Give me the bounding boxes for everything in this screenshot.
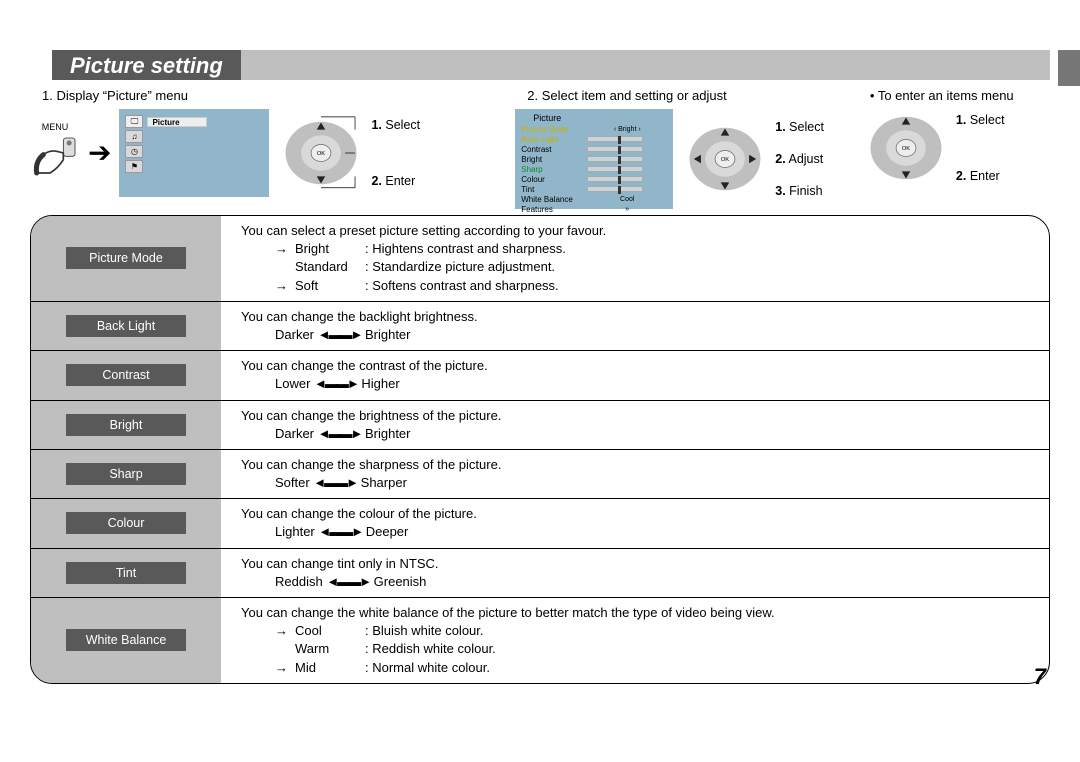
edge-tab xyxy=(1058,50,1080,86)
preview-setting-row: Back Light xyxy=(521,134,667,144)
setting-description: You can change the white balance of the … xyxy=(221,598,1049,683)
picture-menu-title: Picture xyxy=(147,117,207,127)
tv2-title: Picture xyxy=(521,113,667,123)
picture-menu-preview: 🖵 Picture ♫ ◷ ⚑ xyxy=(119,109,269,197)
step3-note: • To enter an items menu xyxy=(870,88,1050,103)
dpad-1: OK 1. Select 2. Enter xyxy=(277,114,420,192)
setting-scale: Softer ◄▬▬► Sharper xyxy=(275,474,1029,492)
step2-label: 2. Select item and setting or adjust xyxy=(527,88,852,103)
step1-label: 1. Display “Picture” menu xyxy=(42,88,505,103)
menu-label: MENU xyxy=(30,122,80,132)
setting-name-chip: Tint xyxy=(66,562,186,584)
press-hand-icon xyxy=(30,134,80,182)
table-row: Picture Mode You can select a preset pict… xyxy=(31,216,1049,301)
picture-settings-preview: Picture Picture Mode‹ Bright ›Back Light… xyxy=(515,109,673,209)
setting-description: You can change the backlight brightness.… xyxy=(221,302,1049,350)
timer-tab-icon: ◷ xyxy=(125,145,143,158)
setting-description: You can change the colour of the picture… xyxy=(221,499,1049,547)
setting-name-chip: Colour xyxy=(66,512,186,534)
setting-option: →Bright: Hightens contrast and sharpness… xyxy=(275,240,1029,258)
table-row: Back Light You can change the backlight b… xyxy=(31,301,1049,350)
svg-text:OK: OK xyxy=(721,157,729,163)
setting-scale: Darker ◄▬▬► Brighter xyxy=(275,425,1029,443)
setting-description: You can change tint only in NTSC.Reddish… xyxy=(221,549,1049,597)
table-row: Tint You can change tint only in NTSC.Red… xyxy=(31,548,1049,597)
preview-setting-row: Picture Mode‹ Bright › xyxy=(521,124,667,134)
setting-description: You can change the brightness of the pic… xyxy=(221,401,1049,449)
setting-option: →Mid: Normal white colour. xyxy=(275,659,1029,677)
settings-table: Picture Mode You can select a preset pict… xyxy=(30,215,1050,684)
setting-scale: Reddish ◄▬▬► Greenish xyxy=(275,573,1029,591)
steps-row: 1. Display “Picture” menu MENU ➔ 🖵 Pictur… xyxy=(30,88,1050,209)
preview-setting-row: Features» xyxy=(521,204,667,214)
table-row: White Balance You can change the white ba… xyxy=(31,597,1049,683)
table-row: Contrast You can change the contrast of t… xyxy=(31,350,1049,399)
preview-setting-row: Contrast xyxy=(521,144,667,154)
page-number: 7 xyxy=(1034,664,1046,690)
setting-description: You can change the contrast of the pictu… xyxy=(221,351,1049,399)
dpad-icon: OK xyxy=(277,114,365,192)
setting-scale: Darker ◄▬▬► Brighter xyxy=(275,326,1029,344)
preview-setting-row: White BalanceCool xyxy=(521,194,667,204)
arrow-right-icon: ➔ xyxy=(88,139,111,167)
table-row: Bright You can change the brightness of t… xyxy=(31,400,1049,449)
setting-name-chip: Bright xyxy=(66,414,186,436)
setting-name-chip: Back Light xyxy=(66,315,186,337)
preview-setting-row: Bright xyxy=(521,154,667,164)
setting-name-chip: Sharp xyxy=(66,463,186,485)
setting-description: You can change the sharpness of the pict… xyxy=(221,450,1049,498)
setting-option: →Cool: Bluish white colour. xyxy=(275,622,1029,640)
dpad-icon: OK xyxy=(681,120,769,198)
setting-description: You can select a preset picture setting … xyxy=(221,216,1049,301)
title-bar: Picture setting xyxy=(30,50,1050,80)
setting-name-chip: White Balance xyxy=(66,629,186,651)
dpad-icon: OK xyxy=(862,109,950,187)
preview-setting-row: Tint xyxy=(521,184,667,194)
setting-scale: Lower ◄▬▬► Higher xyxy=(275,375,1029,393)
table-row: Colour You can change the colour of the p… xyxy=(31,498,1049,547)
dpad-2: OK 1. Select 2. Adjust 3. Finish xyxy=(681,120,824,198)
setting-option: →Soft: Softens contrast and sharpness. xyxy=(275,277,1029,295)
svg-text:OK: OK xyxy=(317,151,325,157)
picture-tab-icon: 🖵 xyxy=(125,115,143,128)
preview-setting-row: Colour xyxy=(521,174,667,184)
setting-option: Warm: Reddish white colour. xyxy=(275,640,1029,658)
page-title: Picture setting xyxy=(52,50,241,80)
setting-name-chip: Picture Mode xyxy=(66,247,186,269)
svg-text:OK: OK xyxy=(902,146,910,152)
audio-tab-icon: ♫ xyxy=(125,130,143,143)
setting-scale: Lighter ◄▬▬► Deeper xyxy=(275,523,1029,541)
setup-tab-icon: ⚑ xyxy=(125,160,143,173)
dpad-3: OK 1. Select 2. Enter xyxy=(862,109,1005,187)
setting-option: Standard: Standardize picture adjustment… xyxy=(275,258,1029,276)
preview-setting-row: Sharp xyxy=(521,164,667,174)
setting-name-chip: Contrast xyxy=(66,364,186,386)
table-row: Sharp You can change the sharpness of the… xyxy=(31,449,1049,498)
